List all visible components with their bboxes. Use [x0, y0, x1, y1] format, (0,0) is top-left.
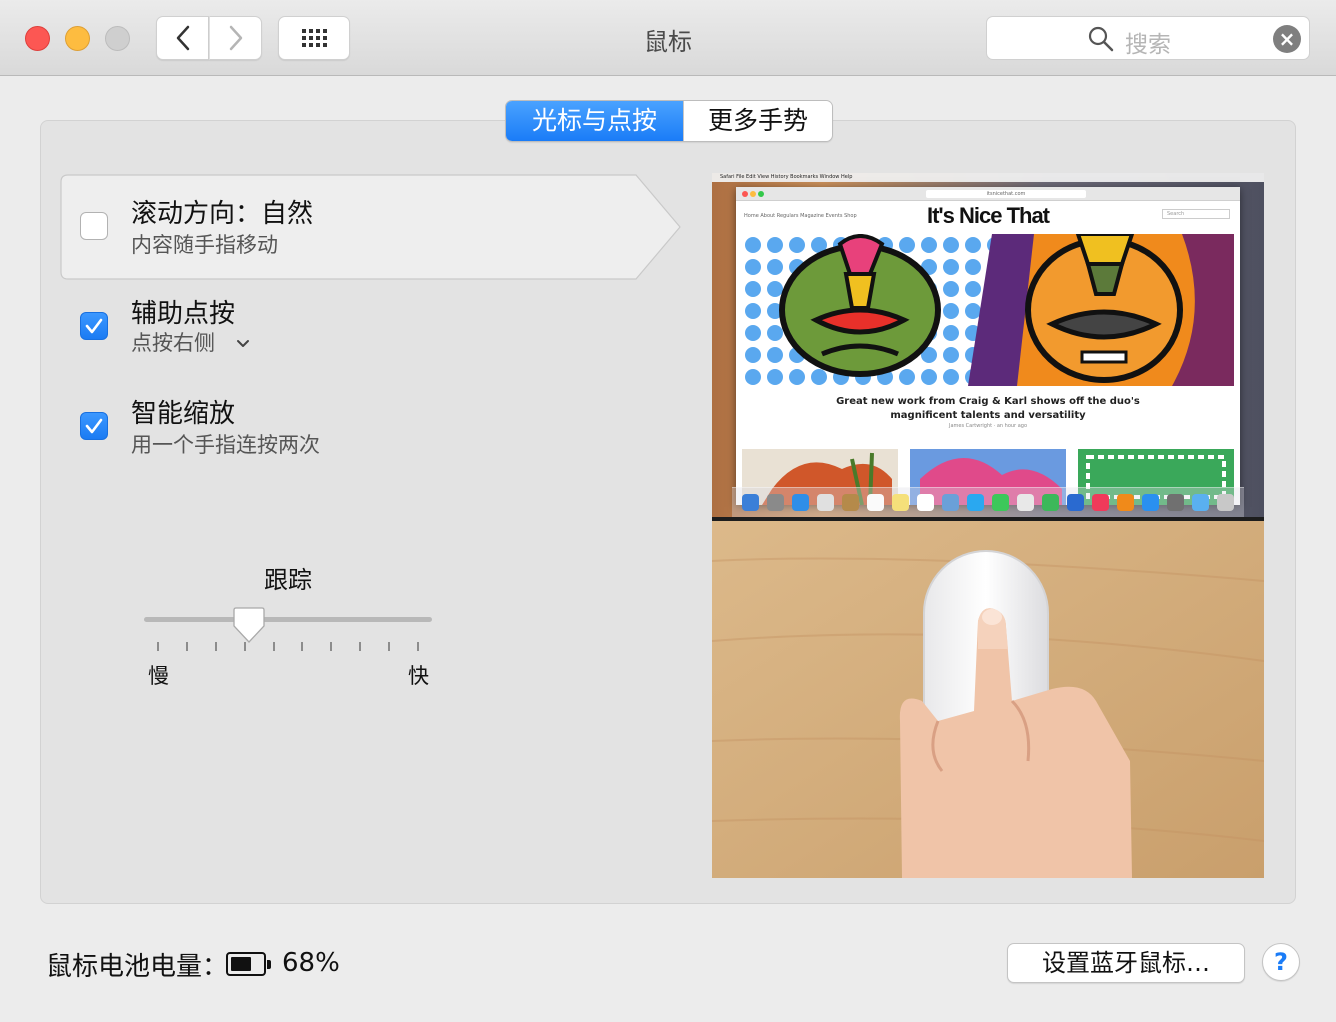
chevron-down-icon	[236, 340, 249, 347]
smart-zoom-subtitle: 用一个手指连按两次	[131, 433, 320, 457]
preview-byline: James Cartwright · an hour ago	[948, 423, 1028, 429]
gesture-preview-video: Safari File Edit View History Bookmarks …	[712, 173, 1264, 878]
preview-site-search: Search	[1162, 209, 1230, 219]
checkmark-icon	[85, 418, 103, 434]
tracking-slow-label: 慢	[148, 664, 169, 688]
scroll-direction-subtitle: 内容随手指移动	[131, 233, 278, 257]
forward-button[interactable]	[209, 16, 262, 60]
preview-desktop: Safari File Edit View History Bookmarks …	[712, 173, 1264, 521]
scroll-direction-checkbox[interactable]	[80, 212, 108, 240]
battery-level-label: 鼠标电池电量：	[46, 952, 229, 982]
tracking-tick	[214, 642, 217, 651]
preview-browser-toolbar: itsnicethat.com	[736, 187, 1240, 201]
scroll-direction-title: 滚动方向：自然	[131, 199, 314, 229]
close-window-button[interactable]	[25, 26, 50, 51]
chevron-right-icon	[229, 25, 242, 51]
secondary-click-checkbox[interactable]	[80, 312, 108, 340]
show-all-button[interactable]	[278, 16, 350, 60]
preview-artwork	[742, 234, 1234, 386]
tracking-fast-label: 快	[408, 664, 429, 688]
window-title: 鼠标	[644, 28, 692, 56]
tab-more-gestures[interactable]: 更多手势	[683, 101, 832, 141]
tracking-tick	[301, 642, 304, 651]
minimize-window-button[interactable]	[65, 26, 90, 51]
setup-bluetooth-mouse-button[interactable]: 设置蓝牙鼠标…	[1007, 943, 1245, 983]
secondary-click-title: 辅助点按	[131, 299, 236, 329]
tab-point-and-click[interactable]: 光标与点按	[506, 101, 683, 141]
secondary-click-popup[interactable]: 点按右侧	[131, 327, 250, 357]
battery-percent: 68%	[282, 948, 340, 978]
title-bar: 鼠标 搜索 ×	[0, 0, 1336, 76]
tab-bar: 光标与点按 更多手势	[505, 100, 833, 142]
preview-url-bar: itsnicethat.com	[926, 190, 1086, 198]
help-button[interactable]: ?	[1262, 943, 1300, 981]
tracking-speed-ticks	[144, 642, 432, 652]
smart-zoom-title: 智能缩放	[131, 399, 236, 429]
secondary-click-subtitle: 点按右侧	[131, 331, 215, 355]
preview-dock	[732, 487, 1244, 517]
chevron-left-icon	[176, 25, 189, 51]
preview-mouse-hand	[712, 521, 1264, 878]
tracking-speed-knob[interactable]	[232, 606, 266, 646]
tracking-speed-track[interactable]	[144, 617, 432, 622]
tracking-tick	[185, 642, 188, 651]
grid-icon	[301, 29, 327, 47]
back-button[interactable]	[156, 16, 209, 60]
zoom-window-button	[105, 26, 130, 51]
preview-site-header: Home About Regulars Magazine Events Shop…	[736, 201, 1240, 233]
clear-search-icon[interactable]: ×	[1273, 25, 1301, 53]
tracking-speed-title: 跟踪	[264, 566, 312, 594]
preview-browser-window: itsnicethat.com Home About Regulars Maga…	[736, 187, 1240, 505]
tracking-tick	[388, 642, 391, 651]
preview-headline: Great new work from Craig & Karl shows o…	[836, 396, 1140, 421]
search-icon	[1088, 26, 1114, 52]
tracking-tick	[417, 642, 419, 651]
search-field[interactable]: 搜索 ×	[986, 16, 1310, 60]
tracking-tick	[359, 642, 362, 651]
battery-fill	[231, 957, 251, 971]
preview-menubar: Safari File Edit View History Bookmarks …	[712, 173, 1264, 182]
tracking-tick	[157, 642, 159, 651]
tracking-tick	[272, 642, 275, 651]
checkmark-icon	[85, 318, 103, 334]
smart-zoom-checkbox[interactable]	[80, 412, 108, 440]
search-placeholder: 搜索	[1125, 32, 1171, 58]
tracking-tick	[330, 642, 333, 651]
battery-icon	[226, 952, 271, 976]
